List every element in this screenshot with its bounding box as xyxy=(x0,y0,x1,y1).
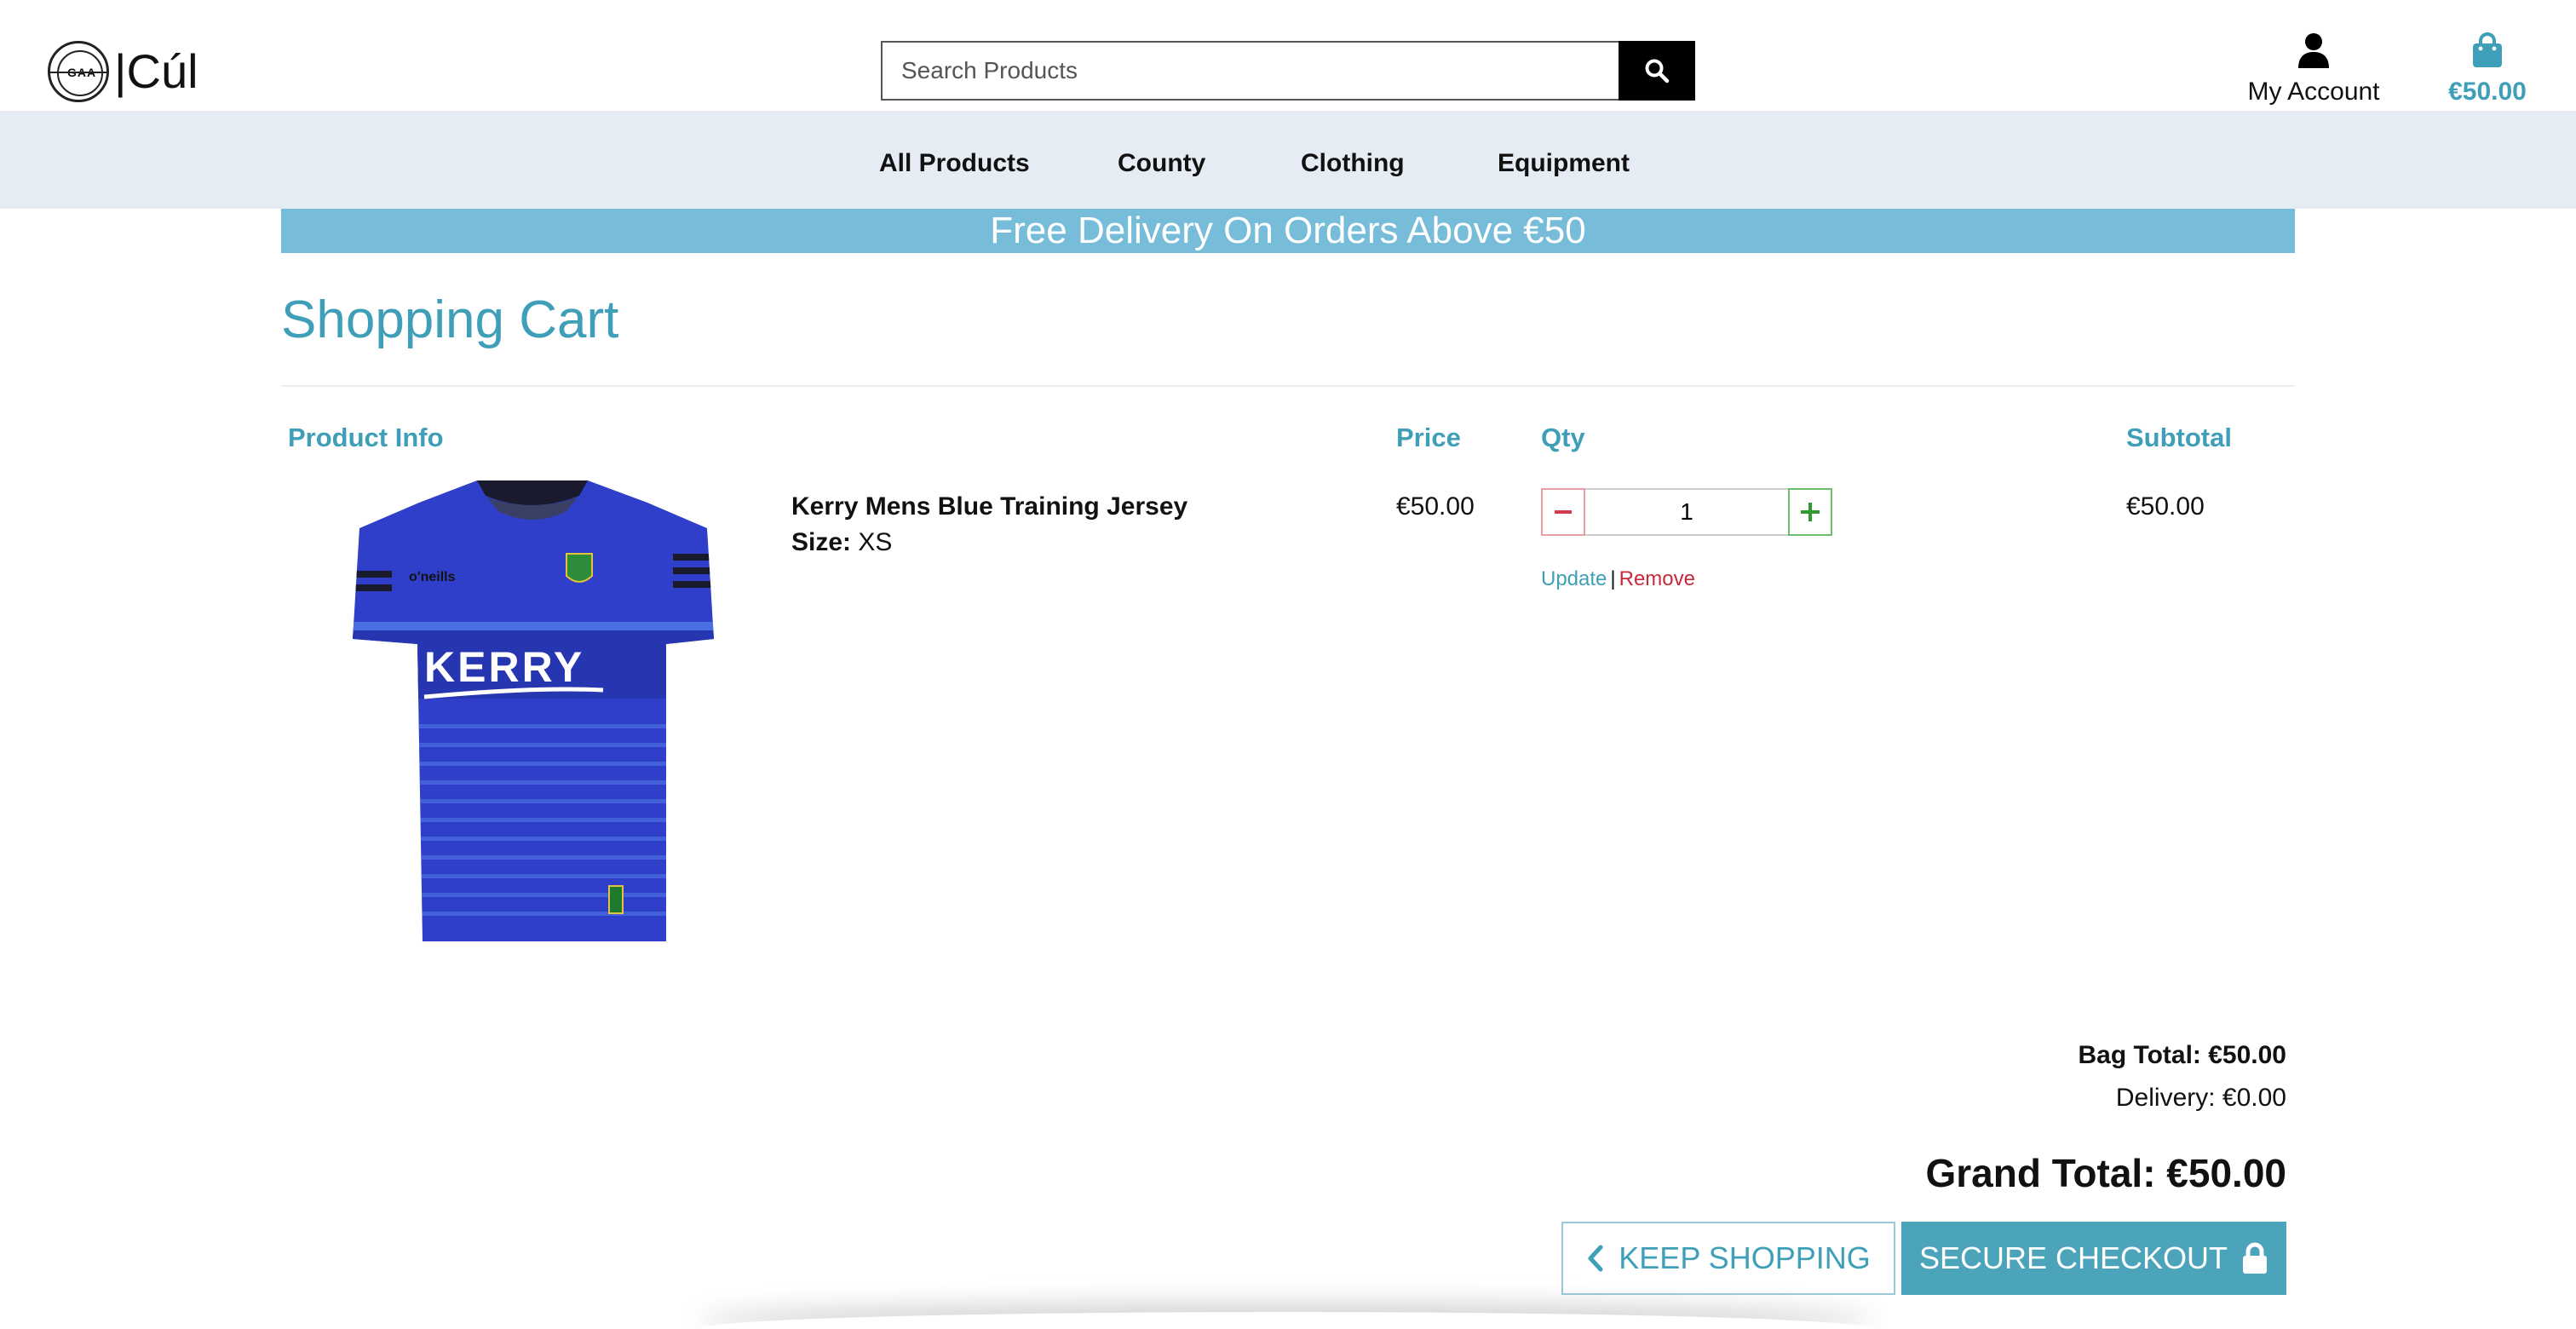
gaa-ball-icon: GAA xyxy=(48,41,109,102)
column-header-price: Price xyxy=(1396,423,1461,452)
search-form xyxy=(881,41,1695,101)
nav-item-county[interactable]: County xyxy=(1118,149,1205,178)
shopping-bag-icon xyxy=(2473,32,2502,67)
minus-icon xyxy=(1555,510,1572,514)
size-label: Size: xyxy=(791,528,852,556)
main-nav: All Products County Clothing Equipment xyxy=(0,111,2576,209)
page-title: Shopping Cart xyxy=(281,291,619,349)
product-size: Size: XS xyxy=(791,528,892,557)
jersey-text: KERRY xyxy=(424,643,584,691)
quantity-stepper xyxy=(1541,488,1832,536)
size-value: XS xyxy=(851,528,893,556)
logo-badge-text: GAA xyxy=(66,66,99,79)
increment-qty-button[interactable] xyxy=(1788,488,1832,536)
product-subtotal: €50.00 xyxy=(2126,492,2205,521)
column-header-subtotal: Subtotal xyxy=(2126,423,2232,452)
search-input[interactable] xyxy=(881,41,1619,101)
site-logo[interactable]: GAA |Cúl xyxy=(48,41,198,102)
secure-checkout-button[interactable]: SECURE CHECKOUT xyxy=(1901,1222,2286,1295)
product-name: Kerry Mens Blue Training Jersey xyxy=(791,492,1188,521)
nav-item-equipment[interactable]: Equipment xyxy=(1498,149,1630,178)
lock-icon xyxy=(2243,1242,2268,1274)
nav-item-clothing[interactable]: Clothing xyxy=(1301,149,1405,178)
nav-item-all-products[interactable]: All Products xyxy=(879,149,1030,178)
keep-shopping-label: KEEP SHOPPING xyxy=(1619,1240,1871,1275)
grand-total: Grand Total: €50.00 xyxy=(1925,1151,2286,1195)
keep-shopping-button[interactable]: KEEP SHOPPING xyxy=(1561,1222,1895,1295)
user-icon xyxy=(2298,33,2329,68)
bottom-shadow xyxy=(699,1312,1874,1329)
bag-total: Bag Total: €50.00 xyxy=(2078,1041,2286,1069)
cart-total: €50.00 xyxy=(2448,78,2527,106)
my-account-label: My Account xyxy=(2247,78,2380,106)
search-button[interactable] xyxy=(1619,41,1695,101)
item-actions: Update | Remove xyxy=(1541,567,1695,591)
remove-link[interactable]: Remove xyxy=(1619,567,1695,590)
secure-checkout-label: SECURE CHECKOUT xyxy=(1918,1240,2228,1275)
column-header-product-info: Product Info xyxy=(288,423,444,452)
brand-text: o'neills xyxy=(409,570,456,584)
action-separator: | xyxy=(1610,567,1616,590)
search-icon xyxy=(1645,59,1670,83)
quantity-input[interactable] xyxy=(1585,488,1788,536)
logo-text: |Cúl xyxy=(114,44,198,98)
chevron-left-icon xyxy=(1588,1245,1603,1272)
free-delivery-banner: Free Delivery On Orders Above €50 xyxy=(281,209,2295,253)
column-header-qty: Qty xyxy=(1541,423,1585,452)
cart-link[interactable]: €50.00 xyxy=(2436,32,2539,106)
decrement-qty-button[interactable] xyxy=(1541,488,1585,536)
product-price: €50.00 xyxy=(1396,492,1475,521)
title-divider xyxy=(281,385,2295,387)
my-account-link[interactable]: My Account xyxy=(2240,32,2387,106)
delivery-cost: Delivery: €0.00 xyxy=(2115,1084,2286,1112)
site-header: GAA |Cúl My Account €50.00 xyxy=(0,0,2576,111)
update-link[interactable]: Update xyxy=(1541,567,1607,590)
plus-icon xyxy=(1801,503,1820,521)
product-image: o'neills KERRY xyxy=(353,480,714,941)
